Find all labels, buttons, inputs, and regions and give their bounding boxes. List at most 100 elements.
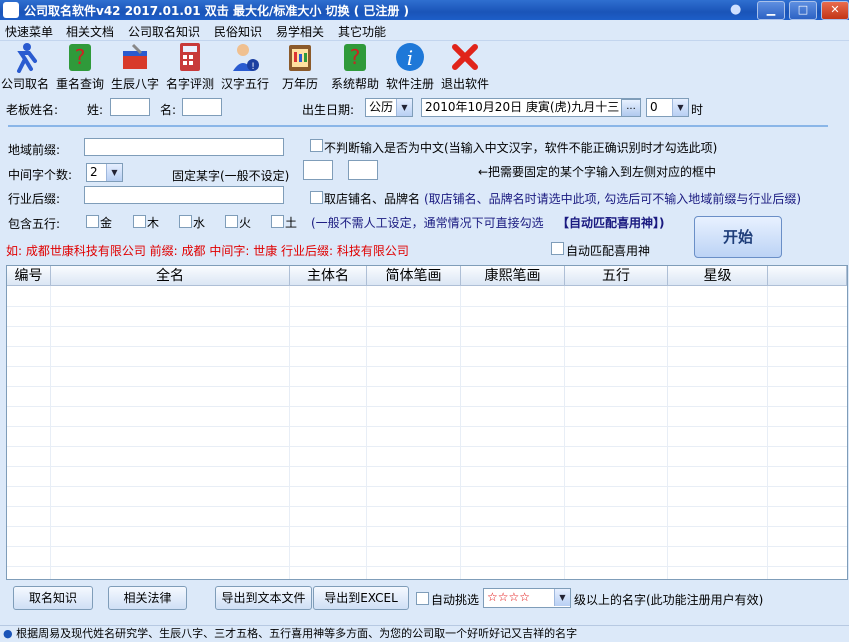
chevron-down-icon: ▼	[396, 99, 412, 116]
tool-bazi[interactable]: 生辰八字	[109, 41, 161, 92]
star-level-select[interactable]: ☆☆☆☆ ▼	[483, 588, 571, 608]
svg-text:!: !	[251, 62, 255, 72]
related-law-button[interactable]: 相关法律	[108, 586, 187, 610]
tool-duplicate-check[interactable]: ? 重名查询	[54, 41, 106, 92]
status-text: 根据周易及现代姓名研究学、生辰八字、三才五格、五行喜用神等多方面、为您的公司取一…	[16, 627, 578, 640]
column-header-stars[interactable]: 星级	[668, 266, 768, 286]
shop-brand-label: 取店铺名、品牌名	[324, 192, 421, 206]
naming-knowledge-button[interactable]: 取名知识	[13, 586, 93, 610]
divider	[8, 125, 828, 127]
industry-suffix-input[interactable]	[84, 186, 284, 204]
fixed-char-input-2[interactable]	[348, 160, 378, 180]
surname-input[interactable]	[110, 98, 150, 116]
owner-label: 老板姓名:	[6, 103, 59, 117]
lightbulb-icon[interactable]: ●	[730, 2, 746, 18]
wuxing-earth-checkbox[interactable]	[271, 215, 284, 228]
grid-line	[7, 566, 847, 567]
tool-company-naming[interactable]: 公司取名	[0, 41, 50, 92]
export-excel-button[interactable]: 导出到EXCEL	[313, 586, 409, 610]
runner-icon	[17, 43, 37, 73]
close-button[interactable]: ✕	[821, 1, 849, 20]
fixed-hint: ←把需要固定的某个字输入到左侧对应的框中	[478, 165, 717, 179]
toolbar: 公司取名 ? 重名查询 生辰八字 名字评测 ! 汉字五行 万年历 ? 系统帮助 …	[0, 41, 849, 91]
menu-yixue[interactable]: 易学相关	[276, 23, 324, 40]
info-icon: ●	[3, 627, 13, 640]
grid-line	[7, 346, 847, 347]
question-book-icon: ?	[69, 44, 91, 71]
wuxing-wood-label: 木	[147, 216, 160, 230]
grid-line	[767, 286, 768, 579]
wuxing-wood-checkbox[interactable]	[133, 215, 146, 228]
start-button[interactable]: 开始	[694, 216, 782, 258]
auto-match-label: 自动匹配喜用神	[566, 244, 651, 258]
menu-quick[interactable]: 快速菜单	[5, 23, 53, 40]
column-header-kangxi-strokes[interactable]: 康熙笔画	[461, 266, 565, 286]
date-picker-button[interactable]: ...	[621, 99, 641, 117]
middle-count-select[interactable]: 2 ▼	[86, 163, 123, 182]
title-bar[interactable]: 公司取名软件v42 2017.01.01 双击 最大化/标准大小 切换 ( 已注…	[0, 0, 849, 20]
minimize-button[interactable]: ▁	[757, 1, 785, 20]
tool-register[interactable]: i 软件注册	[384, 41, 436, 92]
surname-label: 姓:	[87, 103, 104, 117]
auto-pick-label: 自动挑选	[431, 593, 480, 607]
menu-naming-knowledge[interactable]: 公司取名知识	[128, 23, 200, 40]
grid-line	[564, 286, 565, 579]
no-chinese-check-label: 不判断输入是否为中文(当输入中文汉字，软件不能正确识别时才勾选此项)	[324, 141, 718, 155]
column-header-simplified-strokes[interactable]: 简体笔画	[367, 266, 461, 286]
column-header-wuxing[interactable]: 五行	[565, 266, 668, 286]
svg-text:?: ?	[75, 45, 86, 69]
tool-name-evaluation[interactable]: 名字评测	[164, 41, 216, 92]
fixed-char-input-1[interactable]	[303, 160, 333, 180]
grid-line	[289, 286, 290, 579]
auto-pick-checkbox[interactable]	[416, 592, 429, 605]
menu-folk[interactable]: 民俗知识	[214, 23, 262, 40]
industry-suffix-label: 行业后缀:	[8, 192, 61, 206]
no-chinese-check-checkbox[interactable]	[310, 139, 323, 152]
shop-brand-checkbox[interactable]	[310, 191, 323, 204]
results-table[interactable]: 编号 全名 主体名 简体笔画 康熙笔画 五行 星级	[6, 265, 848, 580]
grid-line	[7, 426, 847, 427]
birth-hour-select[interactable]: 0 ▼	[646, 98, 689, 117]
grid-line	[7, 466, 847, 467]
wuxing-metal-checkbox[interactable]	[86, 215, 99, 228]
tool-system-help[interactable]: ? 系统帮助	[329, 41, 381, 92]
grid-line	[366, 286, 367, 579]
maximize-button[interactable]: □	[789, 1, 817, 20]
grid-line	[7, 326, 847, 327]
export-text-button[interactable]: 导出到文本文件	[215, 586, 312, 610]
grid-line	[7, 306, 847, 307]
grid-line	[7, 446, 847, 447]
grid-line	[7, 486, 847, 487]
grid-line	[7, 366, 847, 367]
given-name-input[interactable]	[182, 98, 222, 116]
grid-line	[7, 406, 847, 407]
birth-date-field[interactable]: 2010年10月20日 庚寅(虎)九月十三	[421, 98, 641, 117]
wuxing-hint-emphasis: 【自动匹配喜用神】)	[557, 216, 665, 230]
menu-docs[interactable]: 相关文档	[66, 23, 114, 40]
auto-match-checkbox[interactable]	[551, 242, 564, 255]
menu-other[interactable]: 其它功能	[338, 23, 386, 40]
tool-calendar[interactable]: 万年历	[274, 41, 326, 92]
region-prefix-label: 地域前缀:	[8, 143, 61, 157]
calendar-icon	[289, 45, 311, 71]
region-prefix-input[interactable]	[84, 138, 284, 156]
chevron-down-icon: ▼	[554, 589, 570, 606]
calendar-type-select[interactable]: 公历 ▼	[365, 98, 413, 117]
tool-exit[interactable]: 退出软件	[439, 41, 491, 92]
column-header-fullname[interactable]: 全名	[51, 266, 290, 286]
wuxing-fire-label: 火	[239, 216, 252, 230]
wuxing-water-checkbox[interactable]	[179, 215, 192, 228]
grid-line	[460, 286, 461, 579]
column-header-main-name[interactable]: 主体名	[290, 266, 367, 286]
tool-char-wuxing[interactable]: ! 汉字五行	[219, 41, 271, 92]
chevron-down-icon: ▼	[106, 164, 122, 181]
column-header-filler	[768, 266, 847, 286]
toolbox-icon	[123, 43, 147, 69]
wuxing-fire-checkbox[interactable]	[225, 215, 238, 228]
wuxing-water-label: 水	[193, 216, 206, 230]
column-header-id[interactable]: 编号	[7, 266, 51, 286]
grid-line	[7, 546, 847, 547]
hour-label: 时	[691, 103, 704, 117]
birth-date-label: 出生日期:	[302, 103, 355, 117]
wuxing-label: 包含五行:	[8, 217, 61, 231]
